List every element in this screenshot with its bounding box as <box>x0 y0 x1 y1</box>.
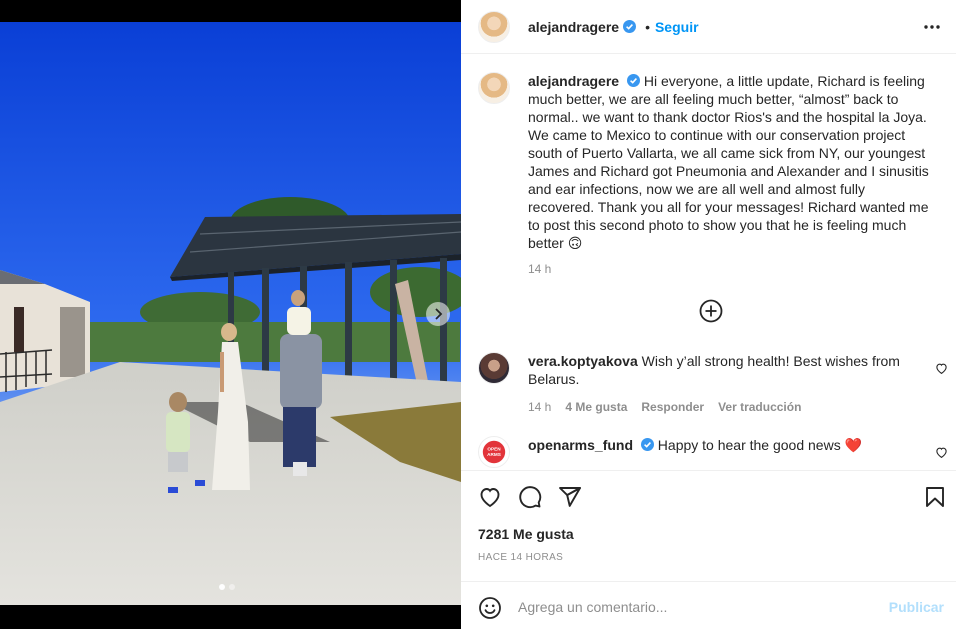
post-side-panel: alejandragere • Seguir alejandragere Hi … <box>461 0 956 629</box>
comment-text: Happy to hear the good news ❤️ <box>657 437 863 453</box>
caption-username[interactable]: alejandragere <box>528 73 619 89</box>
comment-item: vera.koptyakova Wish y’all strong health… <box>478 352 956 416</box>
avatar[interactable]: OPEN ARMS <box>478 436 510 468</box>
carousel-dot <box>219 584 225 590</box>
post-timestamp[interactable]: HACE 14 HORAS <box>478 552 563 563</box>
comment-item: OPEN ARMS openarms_fund Happy to hear th… <box>478 436 956 468</box>
carousel-dot <box>229 584 235 590</box>
emoji-icon[interactable] <box>478 596 502 620</box>
carousel-indicator <box>219 584 235 590</box>
post-caption: alejandragere Hi everyone, a little upda… <box>478 72 938 278</box>
heart-icon[interactable] <box>935 362 948 375</box>
more-options-icon <box>924 25 940 29</box>
author-username[interactable]: alejandragere <box>528 19 619 35</box>
plus-circle-icon[interactable] <box>699 299 723 323</box>
comments-section[interactable]: alejandragere Hi everyone, a little upda… <box>461 55 956 469</box>
verified-badge-icon <box>623 20 637 33</box>
see-translation-button[interactable]: Ver traducción <box>718 398 801 416</box>
post-media <box>0 0 461 629</box>
avatar[interactable] <box>478 352 510 384</box>
open-arms-logo-icon: OPEN ARMS <box>482 440 506 464</box>
comment-username[interactable]: openarms_fund <box>528 437 633 453</box>
bookmark-icon[interactable] <box>923 485 947 509</box>
add-comment-bar: Publicar <box>461 581 956 629</box>
post-actions: 7281 Me gusta HACE 14 HORAS <box>461 470 956 580</box>
comment-input[interactable] <box>518 594 868 620</box>
comment-icon[interactable] <box>518 485 542 509</box>
svg-text:OPEN: OPEN <box>487 447 501 452</box>
more-options-button[interactable] <box>922 17 942 37</box>
likes-count[interactable]: 7281 Me gusta <box>478 526 574 542</box>
verified-badge-icon <box>626 74 640 87</box>
reply-button[interactable]: Responder <box>641 398 704 416</box>
comment-time[interactable]: 14 h <box>528 398 551 416</box>
svg-text:ARMS: ARMS <box>487 452 501 457</box>
instagram-post: alejandragere • Seguir alejandragere Hi … <box>0 0 956 629</box>
follow-button[interactable]: Seguir <box>655 19 699 35</box>
separator-dot: • <box>645 18 650 35</box>
caption-text: Hi everyone, a little update, Richard is… <box>528 73 929 251</box>
chevron-right-icon <box>435 308 443 320</box>
caption-time[interactable]: 14 h <box>528 260 551 278</box>
comment-username[interactable]: vera.koptyakova <box>528 353 638 369</box>
comment-likes[interactable]: 4 Me gusta <box>565 398 627 416</box>
carousel-next-button[interactable] <box>426 302 450 326</box>
post-photo <box>0 22 461 605</box>
avatar[interactable] <box>478 10 510 43</box>
verified-badge-icon <box>640 438 654 451</box>
post-header: alejandragere • Seguir <box>461 0 956 54</box>
avatar[interactable] <box>478 72 510 104</box>
share-icon[interactable] <box>558 485 582 509</box>
heart-icon[interactable] <box>478 485 502 509</box>
publish-button[interactable]: Publicar <box>889 599 944 615</box>
heart-icon[interactable] <box>935 446 948 459</box>
